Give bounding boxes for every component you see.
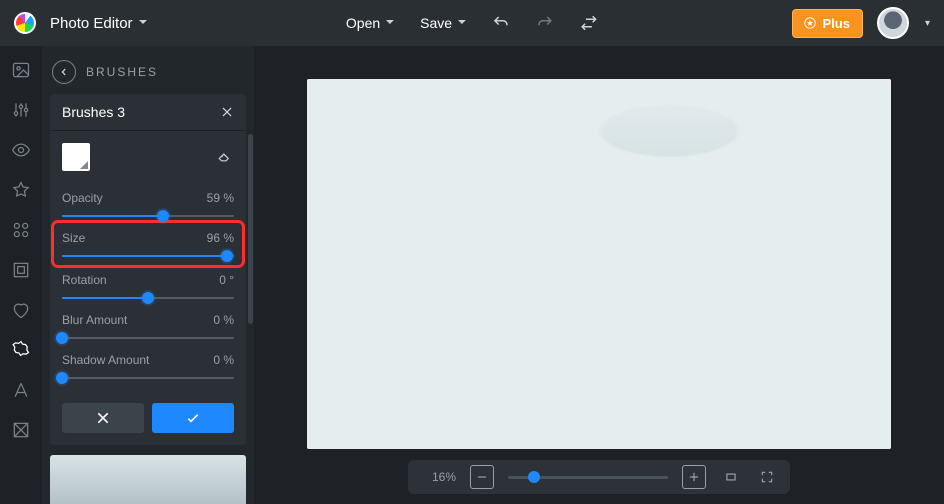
close-icon[interactable] xyxy=(220,105,234,119)
slider-label: Shadow Amount xyxy=(62,353,149,367)
back-button[interactable] xyxy=(52,60,76,84)
sliders-group: Opacity 59 % Size 96 % Rotation 0 ° Blur Am… xyxy=(50,183,246,393)
slider-track[interactable] xyxy=(62,377,234,379)
zoom-label: 16% xyxy=(420,470,456,484)
slider-value: 0 % xyxy=(213,313,234,327)
zoom-slider[interactable] xyxy=(508,476,668,479)
slider-label: Opacity xyxy=(62,191,103,205)
app-title-dropdown[interactable]: Photo Editor xyxy=(50,15,147,32)
panel-scrollbar[interactable] xyxy=(248,134,253,324)
slider-track[interactable] xyxy=(62,297,234,299)
fit-screen-button[interactable] xyxy=(720,466,742,488)
erase-icon[interactable] xyxy=(212,148,234,166)
slider-thumb[interactable] xyxy=(157,210,169,222)
topbar-right-group: Plus ▾ xyxy=(792,7,931,39)
slider-value: 0 % xyxy=(213,353,234,367)
slider-thumb[interactable] xyxy=(221,250,233,262)
star-icon xyxy=(803,16,817,30)
undo-icon[interactable] xyxy=(492,14,510,32)
fit-icon xyxy=(724,470,738,484)
chevron-down-icon xyxy=(80,161,88,169)
close-icon xyxy=(95,410,111,426)
color-swatch[interactable] xyxy=(62,143,90,171)
canvas-image[interactable] xyxy=(307,79,891,449)
plus-icon xyxy=(687,470,701,484)
brush-preview-thumbnail[interactable] xyxy=(50,455,246,504)
brush-tool-icon[interactable] xyxy=(11,340,31,360)
layer-name: Brushes 3 xyxy=(62,104,125,120)
top-bar: Photo Editor Open Save Plus ▾ xyxy=(0,0,944,46)
zoom-out-button[interactable] xyxy=(470,465,494,489)
tool-rail xyxy=(0,46,42,504)
brush-panel: BRUSHES Brushes 3 Opacity 59 % Size 96 % xyxy=(42,46,254,504)
image-tool-icon[interactable] xyxy=(11,60,31,80)
slider-thumb[interactable] xyxy=(142,292,154,304)
compare-icon[interactable] xyxy=(580,14,598,32)
shapes-tool-icon[interactable] xyxy=(11,220,31,240)
zoom-in-button[interactable] xyxy=(682,465,706,489)
slider-track[interactable] xyxy=(62,255,234,257)
slider-label: Rotation xyxy=(62,273,107,287)
app-logo[interactable] xyxy=(14,12,36,34)
text-tool-icon[interactable] xyxy=(11,380,31,400)
eye-tool-icon[interactable] xyxy=(11,140,31,160)
redo-icon[interactable] xyxy=(536,14,554,32)
slider-track[interactable] xyxy=(62,215,234,217)
heart-tool-icon[interactable] xyxy=(11,300,31,320)
slider-label: Size xyxy=(62,231,85,245)
zoom-toolbar: 16% xyxy=(408,460,790,494)
frame-tool-icon[interactable] xyxy=(11,260,31,280)
slider-rotation: Rotation 0 ° xyxy=(62,265,234,305)
check-icon xyxy=(185,410,201,426)
arrow-left-icon xyxy=(59,67,69,77)
slider-value: 96 % xyxy=(207,231,234,245)
zoom-thumb[interactable] xyxy=(528,471,540,483)
user-menu-chevron-icon[interactable]: ▾ xyxy=(925,18,930,29)
save-menu[interactable]: Save xyxy=(420,15,466,31)
canvas-area: 16% xyxy=(254,46,944,504)
minus-icon xyxy=(475,470,489,484)
slider-label: Blur Amount xyxy=(62,313,127,327)
slider-size: Size 96 % xyxy=(56,225,240,263)
slider-track[interactable] xyxy=(62,337,234,339)
fullscreen-icon xyxy=(760,470,774,484)
user-avatar[interactable] xyxy=(877,7,909,39)
slider-value: 0 ° xyxy=(219,273,234,287)
slider-thumb[interactable] xyxy=(56,372,68,384)
texture-tool-icon[interactable] xyxy=(11,420,31,440)
apply-button[interactable] xyxy=(152,403,234,433)
cancel-button[interactable] xyxy=(62,403,144,433)
star-tool-icon[interactable] xyxy=(11,180,31,200)
slider-opacity: Opacity 59 % xyxy=(62,183,234,223)
brush-card: Brushes 3 Opacity 59 % Size 96 % xyxy=(50,94,246,445)
slider-value: 59 % xyxy=(207,191,234,205)
open-menu[interactable]: Open xyxy=(346,15,394,31)
upgrade-plus-button[interactable]: Plus xyxy=(792,9,863,38)
adjust-tool-icon[interactable] xyxy=(11,100,31,120)
plus-label: Plus xyxy=(823,16,850,31)
topbar-center-group: Open Save xyxy=(346,14,598,32)
fullscreen-button[interactable] xyxy=(756,466,778,488)
panel-title: BRUSHES xyxy=(86,65,158,79)
slider-shadow-amount: Shadow Amount 0 % xyxy=(62,345,234,385)
slider-thumb[interactable] xyxy=(56,332,68,344)
slider-blur-amount: Blur Amount 0 % xyxy=(62,305,234,345)
